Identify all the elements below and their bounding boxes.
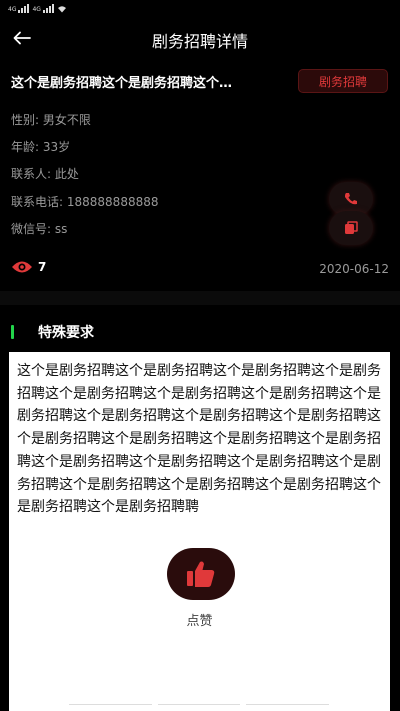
category-badge: 剧务招聘 [298,69,388,93]
age-label: 年龄: [11,140,40,154]
signal-2: 4G [32,4,54,13]
wechat-label: 微信号: [11,222,52,236]
signal-1: 4G [8,4,30,13]
network-label-1: 4G [8,6,17,13]
like-button[interactable] [167,548,235,600]
info-row-wechat: 微信号: ss [11,220,67,237]
content-card: 这个是剧务招聘这个是剧务招聘这个是剧务招聘这个是剧务招聘这个是剧务招聘这个是剧务… [9,352,390,711]
app-screen: 4G 4G 剧务招聘详情 这个是剧务招聘这个是剧务招聘这个… 剧务招聘 性别: … [0,0,400,711]
section-title: 特殊要求 [38,325,94,341]
header: 剧务招聘详情 [0,18,400,58]
views-count: 7 [38,260,47,274]
copy-icon [345,221,358,234]
info-row-gender: 性别: 男女不限 [11,111,91,128]
thumbs-up-icon [187,561,215,587]
contact-label: 联系人: [11,167,52,181]
network-label-2: 4G [32,6,41,13]
status-icons: 4G 4G [8,4,67,13]
page-title: 剧务招聘详情 [151,32,248,51]
tab-hint-2 [157,704,241,711]
age-value: 33岁 [42,140,71,154]
like-label: 点赞 [186,614,213,629]
contact-value: 此处 [54,167,79,181]
views-counter: 7 [11,260,46,274]
wifi-icon [57,6,66,13]
phone-icon [344,193,357,205]
copy-button[interactable] [329,211,373,245]
eye-icon [12,261,32,273]
info-row-phone: 联系电话: 188888888888 [11,193,159,210]
gender-label: 性别: [11,113,40,127]
wechat-value: ss [54,222,68,236]
info-row-contact: 联系人: 此处 [11,165,79,182]
tab-hint-1 [69,704,152,711]
tab-hint-3 [246,704,330,711]
phone-label: 联系电话: [11,195,64,209]
bottom-tabs-hint [69,704,330,711]
info-row-age: 年龄: 33岁 [11,138,70,155]
section-accent-bar [11,325,14,339]
gender-value: 男女不限 [42,113,91,127]
job-title: 这个是剧务招聘这个是剧务招聘这个… [11,76,233,91]
section-divider [0,291,400,305]
phone-value: 188888888888 [66,195,159,209]
post-date: 2020-06-12 [319,262,389,276]
requirements-text: 这个是剧务招聘这个是剧务招聘这个是剧务招聘这个是剧务招聘这个是剧务招聘这个是剧务… [17,363,381,516]
status-bar: 4G 4G [0,0,400,18]
